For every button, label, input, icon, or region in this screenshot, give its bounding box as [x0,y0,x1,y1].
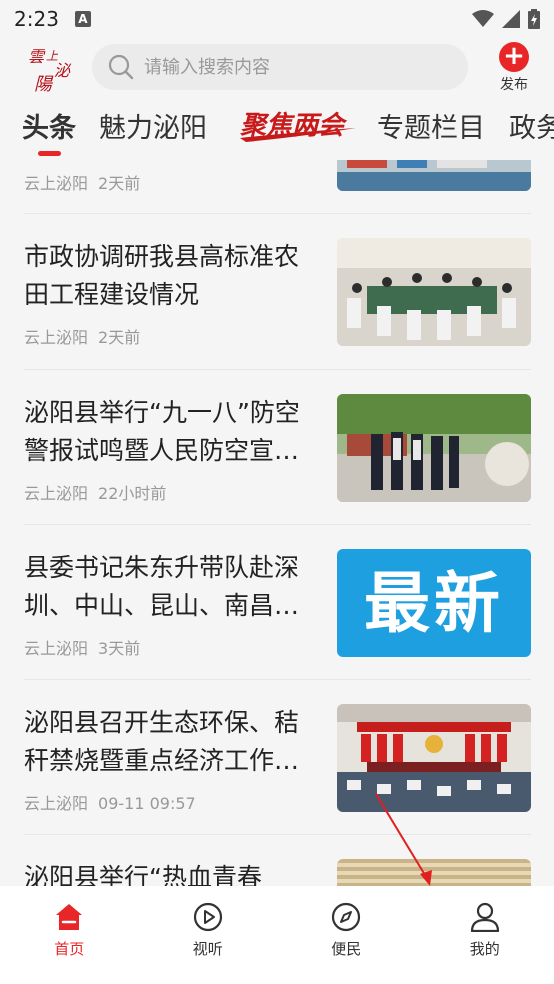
wifi-icon [472,10,494,27]
news-item[interactable]: 市政协调研我县高标准农田工程建设情况 云上泌阳 2天前 [24,214,531,370]
news-source: 云上泌阳 [24,484,89,503]
app-logo[interactable]: 雲 上 泌 陽 [24,42,74,94]
status-time: 2:23 [14,7,59,31]
tab-headlines[interactable]: 头条 [22,106,76,145]
news-item[interactable]: 云上泌阳 2天前 [24,160,531,214]
nav-home-label: 首页 [54,940,85,958]
nav-home[interactable]: 首页 [0,886,139,984]
news-source: 云上泌阳 [24,639,89,658]
tab-special-topics[interactable]: 专题栏目 [377,106,485,145]
news-time: 2天前 [98,174,141,193]
compass-icon [332,902,361,932]
news-thumbnail [337,394,531,502]
news-item[interactable]: 县委书记朱东升带队赴深圳、中山、昆山、南昌… 云上泌阳 3天前 最新 [24,525,531,680]
nav-audiovisual-label: 视听 [192,940,223,958]
active-tab-indicator [38,151,61,156]
nav-services-label: 便民 [331,940,362,958]
news-title: 泌阳县召开生态环保、秸秆禁烧暨重点经济工作… [24,708,300,775]
tab-government[interactable]: 政务 [509,106,554,145]
battery-icon [528,9,540,29]
news-time: 2天前 [98,328,141,347]
search-icon [108,54,134,80]
nav-profile-label: 我的 [469,940,500,958]
news-title: 泌阳县举行“热血青春 [24,863,262,886]
news-meta: 云上泌阳 2天前 [24,170,140,194]
news-feed[interactable]: 云上泌阳 2天前 市政协调研我县高标准农田工程建设情况 云上泌阳 2天前 泌阳县… [0,160,554,886]
news-meta: 云上泌阳 22小时前 [24,480,166,504]
bottom-navigation: 首页 视听 便民 我的 [0,886,554,984]
status-icons [472,9,540,29]
app-header: 雲 上 泌 陽 + 发布 [0,38,554,96]
tab-two-sessions-logo[interactable]: 聚焦两会 [236,102,358,150]
home-icon [56,904,83,930]
news-meta: 云上泌阳 3天前 [24,635,140,659]
signal-icon [502,10,520,28]
news-meta: 云上泌阳 2天前 [24,324,140,348]
news-item[interactable]: 泌阳县举行“热血青春 [24,835,531,886]
tab-two-sessions-label: 聚焦两会 [239,111,348,141]
news-item[interactable]: 泌阳县召开生态环保、秸秆禁烧暨重点经济工作… 云上泌阳 09-11 09:57 [24,680,531,835]
news-source: 云上泌阳 [24,328,89,347]
search-bar[interactable] [92,44,468,90]
publish-label: 发布 [500,77,528,93]
nav-audiovisual[interactable]: 视听 [139,886,278,984]
news-time: 09-11 09:57 [98,794,196,813]
news-item[interactable]: 泌阳县举行“九一八”防空警报试鸣暨人民防空宣… 云上泌阳 22小时前 [24,370,531,525]
nav-services[interactable]: 便民 [277,886,416,984]
tab-charm-biyang[interactable]: 魅力泌阳 [99,106,207,145]
publish-button[interactable]: + 发布 [494,42,534,94]
category-tabs: 头条 魅力泌阳 聚焦两会 专题栏目 政务 [0,96,554,160]
news-title: 泌阳县举行“九一八”防空警报试鸣暨人民防空宣… [24,398,300,465]
news-thumbnail [337,238,531,346]
news-thumbnail [337,859,531,886]
svg-text:泌: 泌 [54,61,72,80]
news-meta: 云上泌阳 09-11 09:57 [24,790,196,814]
svg-text:陽: 陽 [34,74,54,94]
news-source: 云上泌阳 [24,174,89,193]
news-thumbnail-latest: 最新 [337,549,531,657]
news-thumbnail [337,160,531,191]
news-title: 市政协调研我县高标准农田工程建设情况 [24,242,300,309]
search-input[interactable] [144,56,444,78]
latest-badge-text: 最新 [364,564,504,642]
news-title: 县委书记朱东升带队赴深圳、中山、昆山、南昌… [24,553,300,620]
notification-app-icon: A [74,11,91,27]
plus-icon: + [499,42,529,72]
nav-profile[interactable]: 我的 [416,886,554,984]
news-thumbnail [337,704,531,812]
news-source: 云上泌阳 [24,794,89,813]
news-time: 3天前 [98,639,141,658]
status-bar: 2:23 A [0,0,554,38]
news-time: 22小时前 [98,484,167,503]
user-icon [470,902,499,932]
svg-text:雲: 雲 [28,47,46,66]
play-icon [193,902,222,932]
